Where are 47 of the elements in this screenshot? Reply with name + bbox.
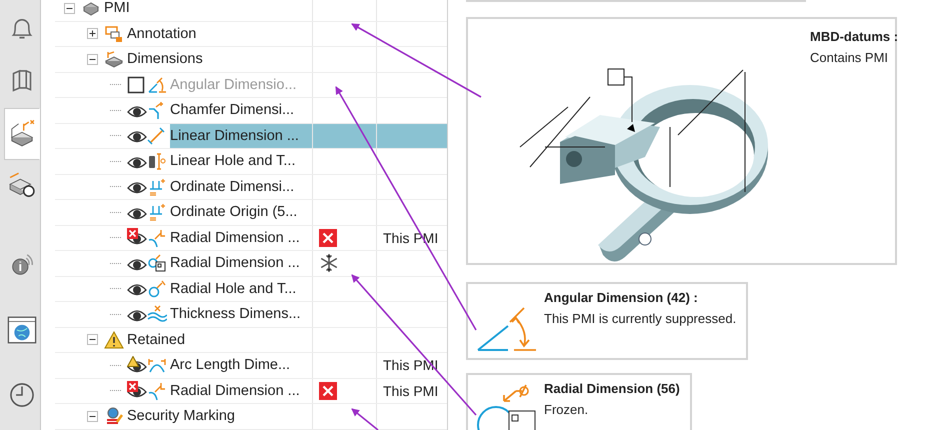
tree-item-label[interactable]: Retained: [127, 328, 312, 352]
linear-dimension-icon: [147, 126, 167, 146]
tree-item-label[interactable]: Thickness Dimens...: [170, 302, 312, 326]
callout-text: This PMI is currently suppressed.: [544, 311, 736, 326]
tree-item-label[interactable]: Linear Hole and T...: [170, 149, 312, 174]
tree-item-label[interactable]: Dimensions: [127, 47, 312, 72]
tree-item-label[interactable]: PMI: [104, 0, 312, 20]
ordinate-icon: [147, 176, 167, 197]
security-marking-icon: [104, 406, 124, 426]
callout-title: Radial Dimension (56): [544, 381, 680, 396]
angle-icon: [147, 74, 167, 95]
part-icon: [81, 0, 101, 18]
tree-toggle[interactable]: [64, 2, 75, 14]
tree-toggle[interactable]: [87, 334, 98, 346]
table-cell: This PMI: [383, 382, 438, 399]
tree-item-label[interactable]: Radial Hole and T...: [170, 276, 312, 301]
tree-item-label[interactable]: Annotation: [127, 22, 312, 46]
ordinate-icon: [147, 202, 167, 222]
callout-text: Frozen.: [544, 402, 590, 417]
hole-dimension-icon: [147, 151, 167, 172]
radius-icon: [147, 380, 167, 401]
tree-toggle[interactable]: [87, 410, 98, 422]
tree-item-label[interactable]: Ordinate Origin (5...: [170, 200, 312, 224]
tree-item-label[interactable]: Radial Dimension ...: [170, 226, 312, 250]
dimension-part-icon: [104, 49, 124, 70]
warning-icon: [104, 330, 124, 350]
tree-item-label[interactable]: Security Marking: [127, 404, 312, 428]
callout-title: Angular Dimension (42) :: [544, 290, 699, 305]
diameter-icon: [147, 278, 167, 299]
tree-toggle[interactable]: [87, 28, 98, 40]
tree-item-label[interactable]: Ordinate Dimensi...: [170, 174, 312, 199]
callout-title: MBD-datums :: [810, 29, 898, 44]
radius-note-icon: [147, 253, 167, 274]
tree-item-label[interactable]: Radial Dimension ...: [170, 251, 312, 276]
annotation-icon: [104, 24, 124, 44]
thickness-icon: [147, 304, 167, 324]
tree-item-label[interactable]: Linear Dimension ...: [170, 124, 312, 148]
checkbox[interactable]: [127, 75, 147, 94]
callout-text: Contains PMI: [810, 50, 890, 65]
plus-icon: [88, 29, 97, 38]
tree-item-label[interactable]: Arc Length Dime...: [170, 353, 312, 378]
radius-icon: [147, 228, 167, 248]
eye-warning-icon[interactable]: [127, 356, 147, 375]
tree-item-label[interactable]: Radial Dimension ...: [170, 378, 312, 403]
sidebar-tab[interactable]: [4, 108, 40, 160]
tree-toggle[interactable]: [87, 54, 98, 65]
tree-item-label[interactable]: Chamfer Dimensi...: [170, 98, 312, 122]
